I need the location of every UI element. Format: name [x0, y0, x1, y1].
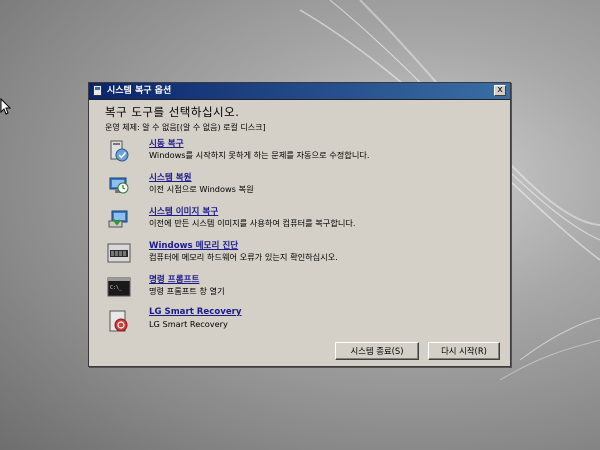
list-item-command-prompt: C:\_ 명령 프롬프트 명령 프롬프트 창 열기	[107, 275, 487, 309]
restart-button[interactable]: 다시 시작(R)	[428, 342, 500, 360]
recovery-tool-list: 시동 복구 Windows를 시작하지 못하게 하는 문제를 자동으로 수정합니…	[107, 139, 487, 343]
system-recovery-options-dialog: 시스템 복구 옵션 x 복구 도구를 선택하십시오. 운영 체제: 알 수 없음…	[88, 82, 511, 367]
list-item-memory-diagnostic: Windows 메모리 진단 컴퓨터에 메모리 하드웨어 오류가 있는지 확인하…	[107, 241, 487, 275]
lg-smart-recovery-icon	[109, 310, 128, 332]
dialog-header: 복구 도구를 선택하십시오. 운영 체제: 알 수 없음[(알 수 없음) 로컬…	[105, 104, 266, 133]
system-image-recovery-link[interactable]: 시스템 이미지 복구	[149, 205, 218, 217]
mouse-cursor-icon	[0, 98, 12, 115]
system-image-recovery-description: 이전에 만든 시스템 이미지를 사용하여 컴퓨터를 복구합니다.	[149, 218, 356, 228]
choose-tool-heading: 복구 도구를 선택하십시오.	[105, 105, 240, 119]
system-restore-icon	[109, 177, 129, 194]
list-item-startup-repair: 시동 복구 Windows를 시작하지 못하게 하는 문제를 자동으로 수정합니…	[107, 139, 487, 173]
system-restore-description: 이전 시점으로 Windows 복원	[149, 184, 254, 194]
startup-repair-icon	[110, 140, 129, 162]
shutdown-button[interactable]: 시스템 종료(S)	[335, 342, 419, 360]
dialog-title: 시스템 복구 옵션	[107, 86, 172, 96]
system-image-recovery-icon	[108, 210, 128, 228]
startup-repair-description: Windows를 시작하지 못하게 하는 문제를 자동으로 수정합니다.	[149, 150, 370, 160]
svg-text:C:\_: C:\_	[110, 285, 123, 291]
list-item-system-image-recovery: 시스템 이미지 복구 이전에 만든 시스템 이미지를 사용하여 컴퓨터를 복구합…	[107, 207, 487, 241]
startup-repair-link[interactable]: 시동 복구	[149, 137, 184, 149]
list-item-system-restore: 시스템 복원 이전 시점으로 Windows 복원	[107, 173, 487, 207]
command-prompt-icon: C:\_	[107, 277, 131, 297]
title-bar: 시스템 복구 옵션 x	[89, 83, 510, 100]
lg-smart-recovery-description: LG Smart Recovery	[149, 319, 228, 329]
command-prompt-link[interactable]: 명령 프롬프트	[149, 273, 199, 285]
memory-diagnostic-description: 컴퓨터에 메모리 하드웨어 오류가 있는지 확인하십시오.	[149, 252, 338, 262]
window-app-icon	[93, 85, 102, 96]
operating-system-info: 운영 체제: 알 수 없음[(알 수 없음) 로컬 디스크]	[105, 123, 266, 132]
memory-diagnostic-icon	[107, 243, 131, 263]
system-restore-link[interactable]: 시스템 복원	[149, 171, 192, 183]
close-button[interactable]: x	[494, 85, 506, 96]
memory-diagnostic-link[interactable]: Windows 메모리 진단	[149, 239, 238, 251]
list-item-lg-smart-recovery: LG Smart Recovery LG Smart Recovery	[107, 307, 487, 343]
lg-smart-recovery-link[interactable]: LG Smart Recovery	[149, 307, 242, 317]
command-prompt-description: 명령 프롬프트 창 열기	[149, 286, 225, 296]
